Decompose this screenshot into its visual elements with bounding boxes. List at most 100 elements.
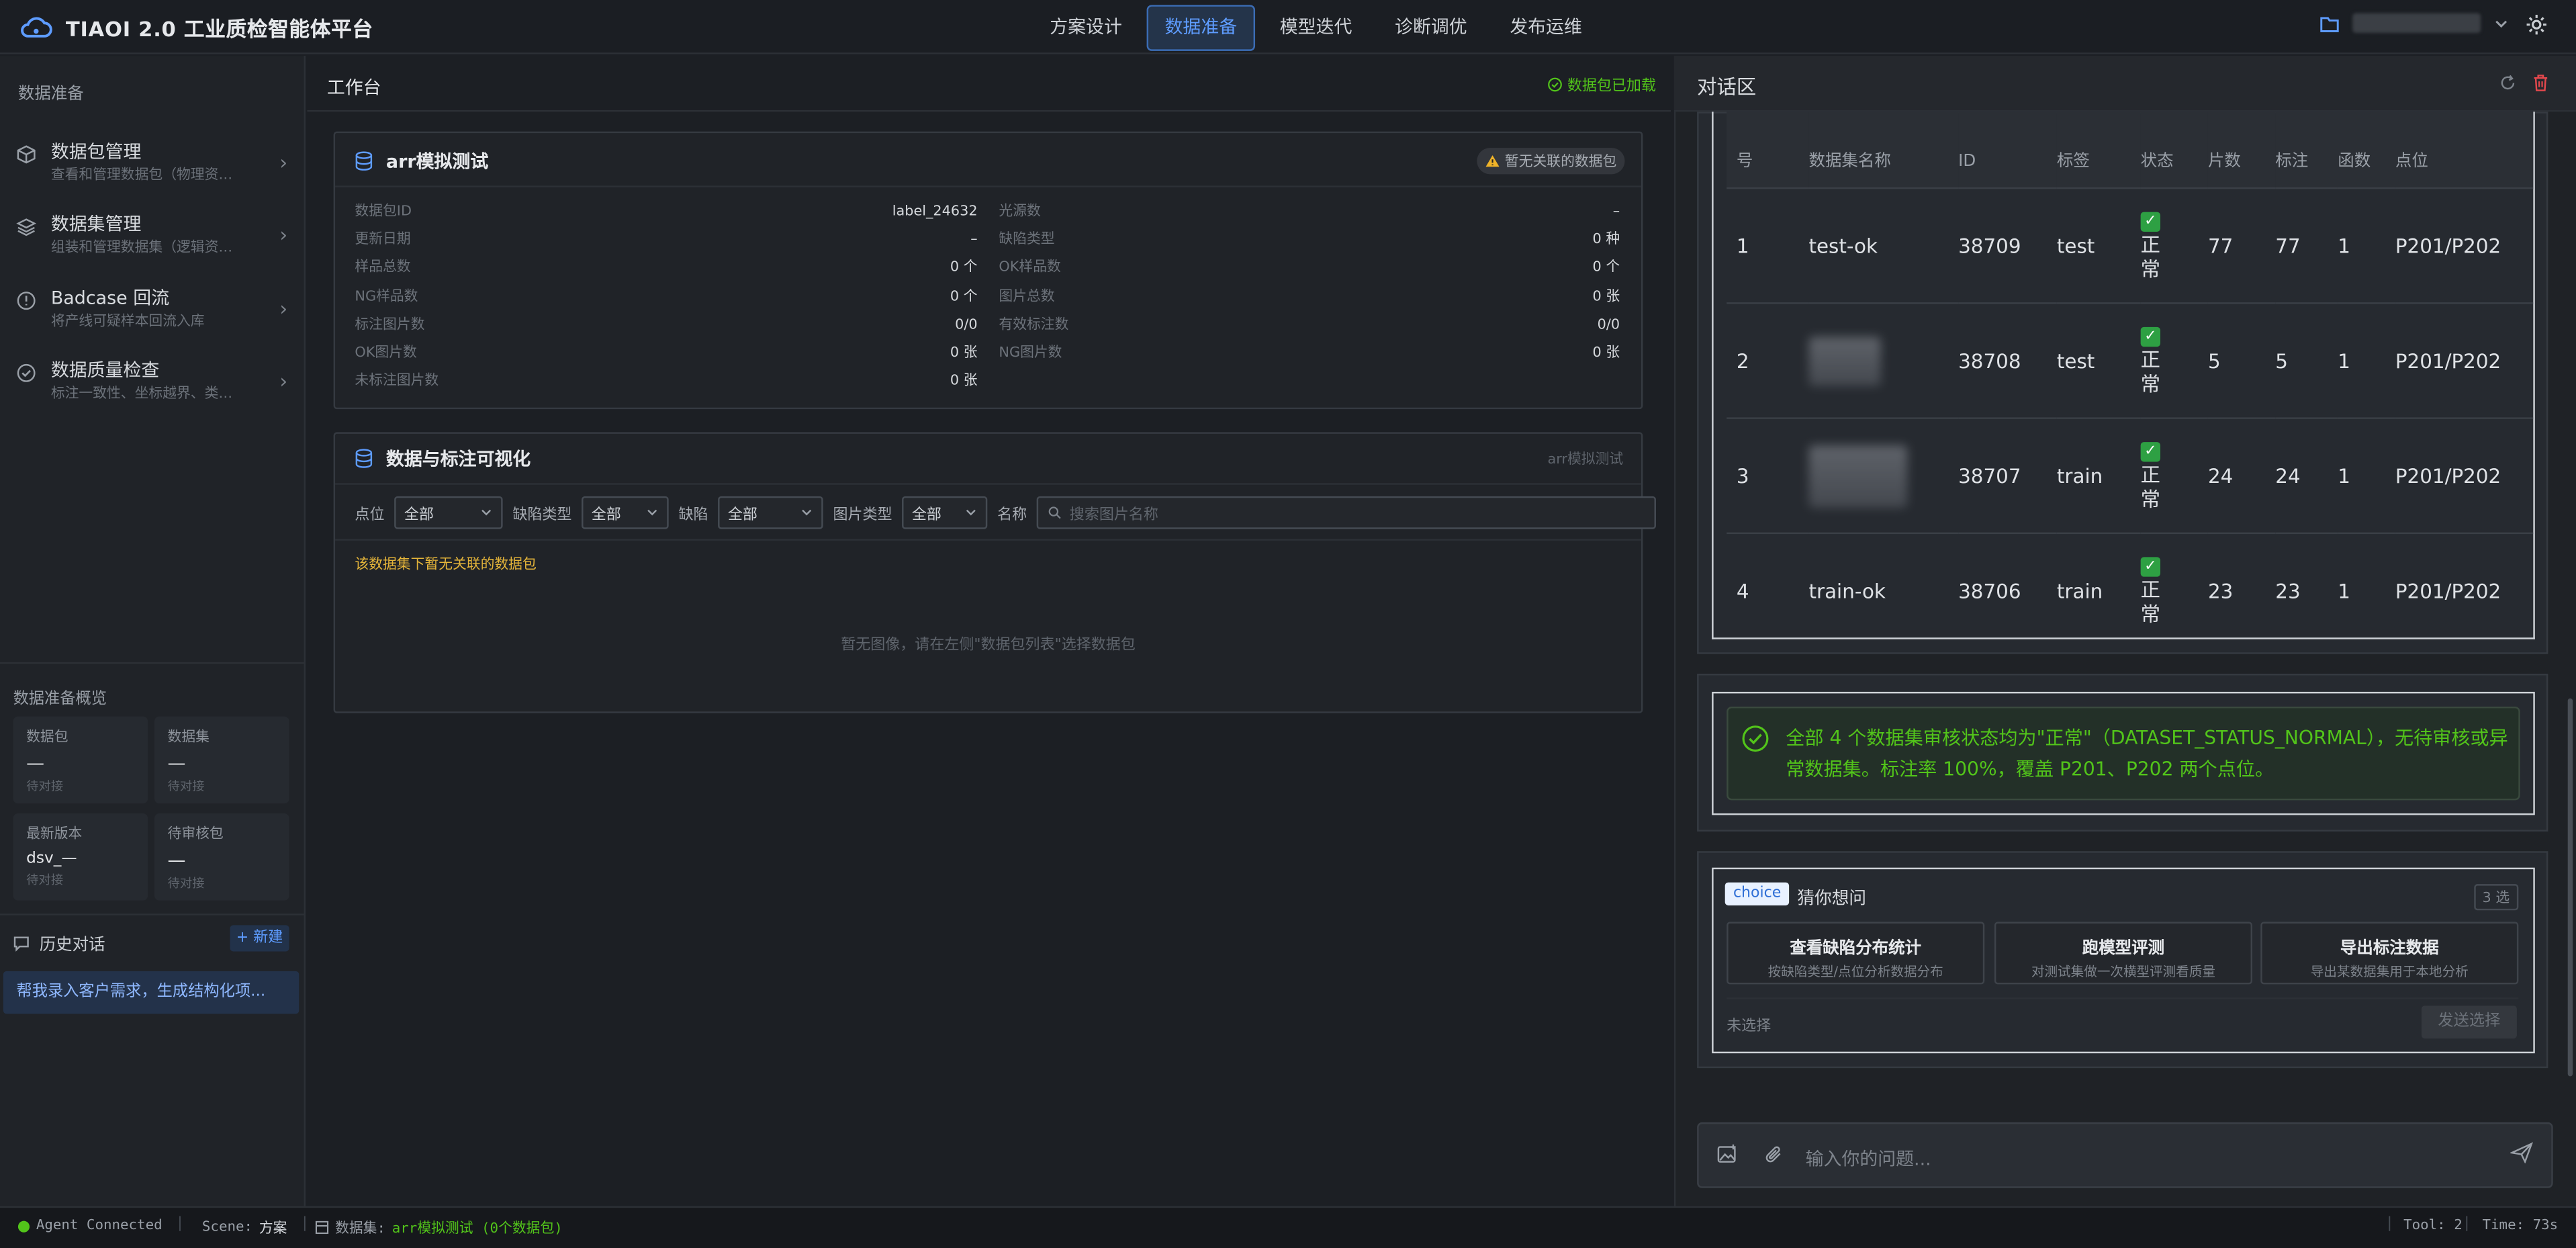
option-desc: 导出某数据集用于本地分析 xyxy=(2310,965,2469,980)
info-row-ok-samples: OK样品数 0 个 xyxy=(999,255,1620,283)
card-sub: 待对接 xyxy=(167,875,205,891)
new-chat-button[interactable]: + 新建 xyxy=(230,925,289,952)
elapsed-time: Time: 73s xyxy=(2482,1217,2559,1235)
tab-model-iteration[interactable]: 模型迭代 xyxy=(1262,5,1370,50)
sidebar-item-dataset[interactable]: 数据集管理 组装和管理数据集（逻辑资产… › xyxy=(16,214,287,279)
agent-status-text: Agent Connected xyxy=(36,1217,163,1235)
connected-dot-icon xyxy=(17,1220,30,1232)
check-box-icon: ✓ xyxy=(2140,442,2161,463)
option-export-labels[interactable]: 导出标注数据 导出某数据集用于本地分析 xyxy=(2260,922,2519,985)
option-title: 导出标注数据 xyxy=(2340,940,2439,959)
tool-count: Tool: 2 xyxy=(2403,1217,2463,1235)
status-separator: | xyxy=(302,1216,308,1233)
tab-data-prep[interactable]: 数据准备 xyxy=(1146,5,1256,51)
defect-type-select[interactable]: 全部 xyxy=(582,496,669,529)
cell-status: ✓ 正常 xyxy=(2140,532,2208,638)
visualization-header: 数据与标注可视化 xyxy=(355,445,531,472)
select-value: 全部 xyxy=(404,506,434,524)
defect-select[interactable]: 全部 xyxy=(718,496,823,529)
cell-images: 77 xyxy=(2207,187,2276,304)
cell-tag: test xyxy=(2056,187,2141,304)
sidebar-item-package[interactable]: 数据包管理 查看和管理数据包（物理资产… › xyxy=(16,141,287,207)
project-switcher[interactable] xyxy=(2319,13,2508,33)
tab-solution-design[interactable]: 方案设计 xyxy=(1031,5,1140,50)
point-select[interactable]: 全部 xyxy=(394,496,503,529)
column-header: 点位 xyxy=(2395,112,2534,189)
loaded-status: 数据包已加载 xyxy=(1548,74,1656,95)
visualization-tag: arr模拟测试 xyxy=(1547,451,1624,469)
dataset-table: 号 数据集名称 ID 标签 状态 片数 标注 函数 点位 1 test-ok 3… xyxy=(1727,112,2534,638)
no-package-notice: 该数据集下暂无关联的数据包 xyxy=(355,557,537,574)
status-text: 正常 xyxy=(2140,232,2161,281)
info-key: NG图片数 xyxy=(999,345,1062,362)
cell-no: 4 xyxy=(1727,532,1809,638)
send-icon[interactable] xyxy=(2510,1142,2534,1164)
cell-funcs: 1 xyxy=(2338,532,2395,638)
overview-card-pending-review: 待审核包 — 待对接 xyxy=(154,813,289,901)
delete-icon[interactable] xyxy=(2532,74,2550,92)
filter-label-point: 点位 xyxy=(355,506,385,524)
overview-card-packages: 数据包 — 待对接 xyxy=(13,716,148,804)
history-item[interactable]: 帮我录入客户需求，生成结构化项... xyxy=(3,971,300,1014)
status-separator: | xyxy=(177,1216,183,1233)
option-desc: 对测试集做一次横型评测看质量 xyxy=(2031,965,2215,980)
card-value: — xyxy=(167,752,186,774)
card-value: — xyxy=(26,752,45,774)
info-value: 0 个 xyxy=(1592,260,1620,277)
filter-label-defect-type: 缺陷类型 xyxy=(512,506,572,524)
send-selection-button[interactable]: 发送选择 xyxy=(2421,1006,2517,1039)
overview-card-latest-version: 最新版本 dsv_— 待对接 xyxy=(13,813,148,901)
empty-state-text: 暂无图像，请在左侧"数据包列表"选择数据包 xyxy=(841,637,1136,654)
divider xyxy=(0,913,306,916)
cell-tag: test xyxy=(2056,302,2141,418)
divider xyxy=(1727,997,2519,999)
option-model-eval[interactable]: 跑模型评测 对测试集做一次横型评测看质量 xyxy=(1994,922,2253,985)
image-type-select[interactable]: 全部 xyxy=(902,496,988,529)
refresh-icon[interactable] xyxy=(2499,74,2517,92)
info-row-ng-images: NG图片数 0 张 xyxy=(999,340,1620,368)
card-label: 数据集 xyxy=(167,729,210,746)
cell-name: test-ok xyxy=(1808,187,1959,304)
cell-id: 38706 xyxy=(1958,532,2057,638)
success-check-icon xyxy=(1741,725,1769,753)
sidebar-item-title: Badcase 回流 xyxy=(50,287,170,309)
tab-release-ops[interactable]: 发布运维 xyxy=(1491,5,1600,50)
info-value: 0 个 xyxy=(950,260,978,277)
brand[interactable]: TIAOI 2.0 工业质检智能体平台 xyxy=(19,11,373,42)
chevron-right-icon: › xyxy=(279,369,288,393)
scene-value: 方案 xyxy=(259,1220,287,1238)
cell-status: ✓ 正常 xyxy=(2140,417,2208,533)
info-key: 更新日期 xyxy=(355,232,411,249)
sidebar-heading: 数据准备 xyxy=(17,85,84,104)
sidebar-item-badcase[interactable]: Badcase 回流 将产线可疑样本回流入库 › xyxy=(16,287,287,353)
option-defect-distribution[interactable]: 查看缺陷分布统计 按缺陷类型/点位分析数据分布 xyxy=(1727,922,1985,985)
scene-label: Scene: xyxy=(201,1219,253,1236)
info-value: 0/0 xyxy=(955,316,978,334)
check-box-icon: ✓ xyxy=(2140,212,2161,232)
image-upload-icon[interactable] xyxy=(1716,1144,1738,1165)
sidebar-item-quality[interactable]: 数据质量检查 标注一致性、坐标越界、类别… › xyxy=(16,360,287,426)
choice-tag: choice xyxy=(1724,882,1790,905)
sidebar-item-title: 数据质量检查 xyxy=(50,359,160,382)
success-message: 全部 4 个数据集审核状态均为"正常"（DATASET_STATUS_NORMA… xyxy=(1786,726,2508,781)
info-value: 0 张 xyxy=(1592,345,1620,362)
search-placeholder: 搜索图片名称 xyxy=(1069,506,1158,524)
agent-status: Agent Connected xyxy=(17,1217,163,1235)
status-text: 正常 xyxy=(2140,463,2161,512)
chat-input-placeholder[interactable]: 输入你的问题... xyxy=(1806,1145,1931,1171)
column-header: 标注 xyxy=(2275,112,2338,189)
chat-scrollbar[interactable] xyxy=(2567,698,2573,1077)
info-row-light-sources: 光源数 – xyxy=(999,199,1620,227)
paperclip-icon[interactable] xyxy=(1764,1144,1784,1165)
dataset-label: 数据集: xyxy=(335,1220,385,1238)
package-info-right: 光源数 – 缺陷类型 0 种 OK样品数 0 个 图片总数 0 张 有效标注数 0/0 N… xyxy=(999,199,1620,368)
column-header: ID xyxy=(1958,112,2057,189)
cell-points: P201/P202 xyxy=(2395,532,2534,638)
info-key: 图片总数 xyxy=(999,288,1055,305)
image-search-input[interactable]: 搜索图片名称 xyxy=(1036,496,1657,529)
card-value: — xyxy=(167,849,186,871)
settings-gear-icon[interactable] xyxy=(2525,13,2548,36)
info-key: 缺陷类型 xyxy=(999,232,1055,249)
search-icon xyxy=(1048,506,1062,519)
tab-diagnosis[interactable]: 诊断调优 xyxy=(1377,5,1485,50)
